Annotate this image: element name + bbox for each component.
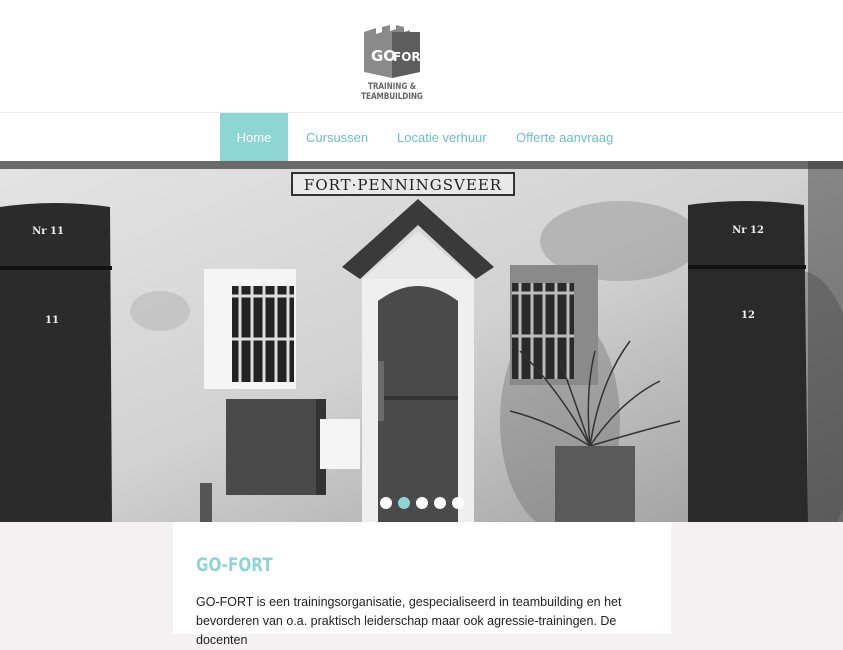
main-navigation: Home Cursussen Locatie verhuur Offerte a…: [0, 112, 843, 162]
slider-dot-3[interactable]: [416, 497, 428, 509]
hero-slider[interactable]: FORT·PENNINGSVEER Nr 11 11 Nr 12 12: [0, 161, 843, 522]
intro-text: GO-FORT is een trainingsorganisatie, ges…: [196, 595, 622, 647]
castle-logo-icon: GO FORT: [364, 25, 429, 78]
slider-dot-4[interactable]: [434, 497, 446, 509]
door-left-number: 11: [45, 315, 59, 326]
slider-dot-1[interactable]: [380, 497, 392, 509]
site-header: GO FORT TRAINING & TEAMBUILDING: [0, 0, 843, 112]
nav-item-offerte-aanvraag[interactable]: Offerte aanvraag: [516, 113, 613, 162]
door-left-label: Nr 11: [32, 226, 64, 237]
logo-text-fort: FORT: [393, 50, 429, 64]
intro-title: GO-FORT: [196, 554, 273, 576]
nav-item-locatie-verhuur[interactable]: Locatie verhuur: [397, 113, 487, 162]
door-right-number: 12: [741, 310, 755, 321]
nav-item-cursussen[interactable]: Cursussen: [306, 113, 368, 162]
slider-dot-2[interactable]: [398, 497, 410, 509]
fort-facade-image: FORT·PENNINGSVEER Nr 11 11 Nr 12 12: [0, 161, 843, 522]
door-right-label: Nr 12: [732, 225, 764, 236]
slider-dot-5[interactable]: [452, 497, 464, 509]
intro-card: GO-FORT GO-FORT is een trainingsorganisa…: [173, 522, 671, 647]
nav-item-home[interactable]: Home: [220, 113, 288, 162]
logo-tagline: TRAINING & TEAMBUILDING: [361, 82, 423, 102]
fort-sign-text: FORT·PENNINGSVEER: [304, 176, 502, 194]
